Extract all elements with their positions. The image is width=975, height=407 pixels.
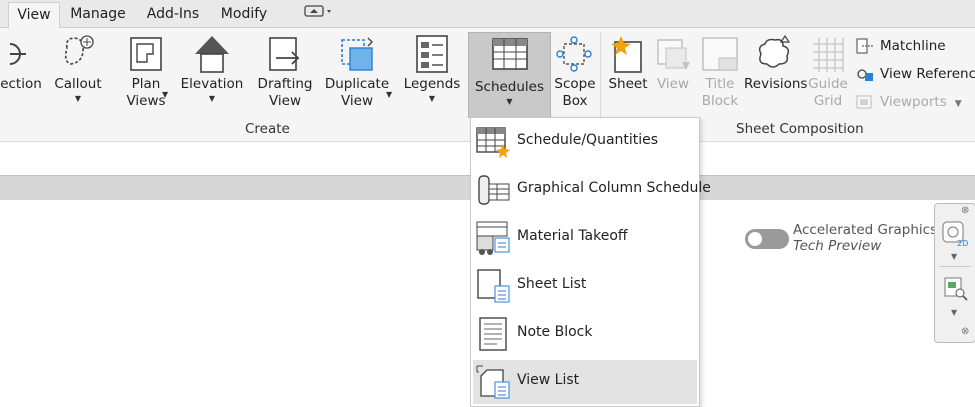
title-block-button[interactable]: Title Block [698,28,742,122]
title-block-label: Title Block [701,76,739,109]
elevation-label: Elevation [180,76,244,92]
legends-label: Legends [403,76,461,92]
callout-button[interactable]: Callout ▼ [50,28,106,122]
note-block-icon [479,317,507,351]
viewports-icon [856,95,872,109]
title-block-icon [702,37,738,71]
tab-manage[interactable]: Manage [63,2,133,27]
guide-grid-label: Guide Grid [808,76,848,109]
schedules-dropdown-arrow: ▼ [506,97,513,106]
sheet-label: Sheet [608,76,648,92]
navbar-options-icon[interactable]: ⊗ [961,326,969,337]
schedules-dropdown-menu: Schedule/Quantities Graphical Column Sch… [470,117,711,407]
graphical-column-schedule-icon [478,175,510,205]
ribbon-tab-bar: View Manage Add-Ins Modify [0,0,975,28]
menu-item-graphical-column-schedule[interactable]: Graphical Column Schedule [473,168,711,212]
material-takeoff-label: Material Takeoff [517,228,628,244]
elevation-button[interactable]: Elevation ▼ [180,28,244,122]
menu-item-material-takeoff[interactable]: Material Takeoff [473,216,697,260]
guide-grid-button[interactable]: Guide Grid [806,28,850,122]
revisions-button[interactable]: Revisions [744,28,808,122]
callout-label: Callout [54,76,102,92]
tab-add-ins[interactable]: Add-Ins [138,2,208,27]
sheet-composition-panel-title: Sheet Composition [736,121,864,137]
schedules-label: Schedules [474,79,545,95]
drafting-view-button[interactable]: Drafting View [254,28,316,122]
view-reference-label: View Referenc [880,66,975,82]
scope-box-label: Scope Box [554,76,596,109]
view-button[interactable]: View [652,28,694,122]
callout-dropdown-arrow: ▼ [74,94,82,103]
scope-box-button[interactable]: Scope Box [553,28,597,122]
guide-grid-icon [813,38,844,72]
sheet-list-icon [477,269,510,303]
accelerated-graphics-toggle[interactable] [745,229,789,249]
steering-wheel-dropdown-arrow[interactable]: ▼ [951,252,957,261]
place-view-icon [657,39,690,70]
tab-view[interactable]: View [8,2,60,28]
note-block-label: Note Block [517,324,593,340]
material-takeoff-icon [476,221,510,255]
legends-icon [416,35,448,73]
schedule-quantities-label: Schedule/Quantities [517,132,659,148]
matchline-label: Matchline [880,38,946,54]
section-label: ection [0,76,42,92]
viewports-dropdown-arrow: ▼ [954,99,962,109]
menu-item-schedule-quantities[interactable]: Schedule/Quantities [473,120,697,164]
duplicate-view-icon [341,37,373,71]
view-reference-button[interactable]: View Referenc [856,64,975,84]
navigation-bar: ⊗ 2D ▼ ▼ ⊗ [934,203,975,343]
elevation-dropdown-arrow: ▼ [208,94,216,103]
steering-wheel-2d-icon[interactable]: 2D [940,218,970,248]
menu-item-view-list[interactable]: View List [473,360,697,404]
section-button[interactable]: ection [0,28,42,122]
revisions-label: Revisions [744,76,808,92]
create-panel-title: Create [245,121,290,137]
plan-views-icon [130,37,162,71]
menu-item-sheet-list[interactable]: Sheet List [473,264,697,308]
tab-modify[interactable]: Modify [212,2,276,27]
view-reference-icon [857,69,873,81]
section-icon [9,43,26,65]
schedules-button[interactable]: Schedules ▼ [468,32,551,118]
duplicate-view-label: Duplicate View [324,76,390,109]
toggle-knob [748,232,762,246]
plan-views-button[interactable]: Plan Views ▼ [118,28,174,122]
drafting-view-label: Drafting View [257,76,313,109]
view-label: View [656,76,690,92]
legends-dropdown-arrow: ▼ [428,94,436,103]
revisions-icon [758,34,791,68]
svg-text:2D: 2D [957,239,968,248]
sheet-button[interactable]: Sheet [606,28,650,122]
zoom-icon[interactable] [943,276,969,302]
sheet-list-label: Sheet List [517,276,587,292]
menu-item-note-block[interactable]: Note Block [473,312,697,356]
zoom-dropdown-arrow[interactable]: ▼ [951,308,957,317]
accelerated-graphics-label: Accelerated Graphics [793,222,938,238]
viewports-label: Viewports [880,94,947,110]
elevation-icon [195,36,229,73]
sheet-icon [611,36,642,73]
duplicate-view-button[interactable]: Duplicate View ▼ [322,28,392,122]
view-list-label: View List [517,372,580,388]
duplicate-view-dropdown-arrow: ▼ [386,90,393,99]
close-icon[interactable]: ⊗ [961,205,969,216]
tech-preview-label: Tech Preview [793,238,882,254]
panel-toggle-icon [304,5,331,17]
schedules-icon [491,38,528,70]
schedule-quantities-icon [476,127,510,158]
matchline-button[interactable]: Matchline [856,36,946,56]
legends-button[interactable]: Legends ▼ [400,28,464,122]
drafting-view-icon [269,37,300,71]
matchline-icon [856,38,873,54]
view-list-icon [476,365,510,399]
viewports-button[interactable]: Viewports ▼ [856,92,962,112]
callout-icon [64,35,94,65]
contextual-tab-dropdown[interactable] [298,2,338,27]
graphical-column-schedule-label: Graphical Column Schedule [517,180,711,196]
scope-box-icon [556,36,592,72]
plan-views-dropdown-arrow: ▼ [162,90,169,99]
navbar-divider [939,266,971,267]
